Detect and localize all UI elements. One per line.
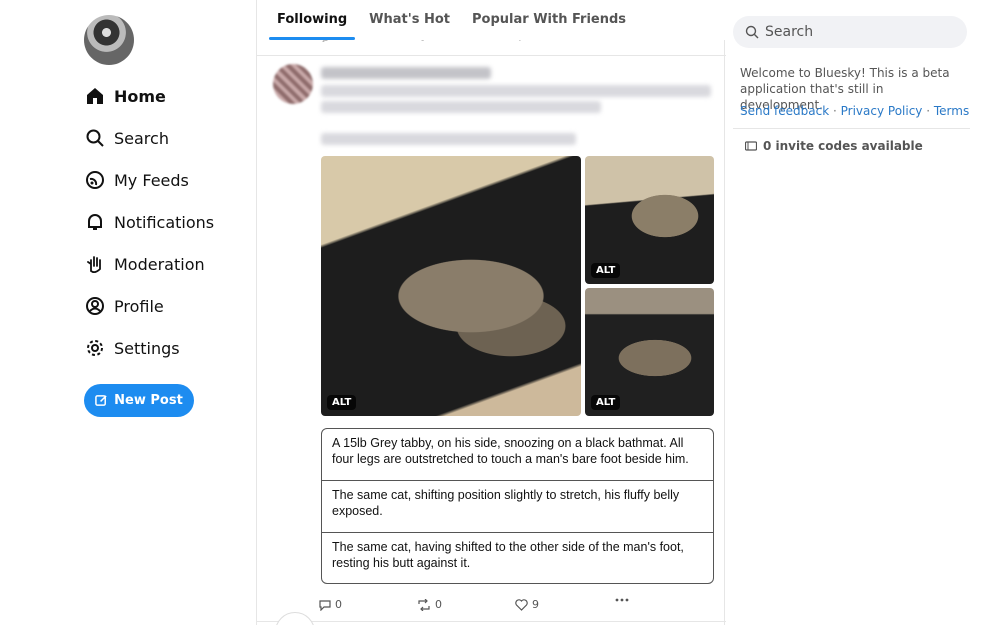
nav-item-search[interactable]: Search [84,117,214,159]
sidebar-divider [733,128,970,129]
nav-item-label: Profile [114,296,164,316]
post-text-blurred [321,101,601,113]
alt-badge[interactable]: ALT [591,395,621,410]
feed-column: 💬︎ 1 ⟲ 2 ♡ 29 ••• Following What's Hot P… [256,0,726,625]
repost-count: 0 [435,598,442,611]
user-icon [84,295,106,317]
footer-links: Send feedback · Privacy Policy · Terms [740,104,969,118]
like-count: 9 [532,598,539,611]
search-icon [84,127,106,149]
hand-icon [84,253,106,275]
tab-popular-with-friends[interactable]: Popular With Friends [464,0,634,40]
cat-image-3[interactable]: ALT [585,288,714,416]
cat-image-2[interactable]: ALT [585,156,714,284]
bell-icon [84,211,106,233]
link-separator: · [829,104,841,118]
post-divider [257,621,726,622]
post-divider [257,55,726,56]
repost-button[interactable]: 0 [417,598,442,611]
alt-text-list: A 15lb Grey tabby, on his side, snoozing… [321,428,714,584]
repost-icon [417,598,431,611]
heart-icon [515,598,528,611]
new-post-label: New Post [114,393,183,408]
left-nav: Home Search My Feeds Notifications Moder… [0,0,256,625]
post-text-blurred [321,85,711,97]
search-icon [745,25,759,39]
alt-text-row: The same cat, having shifted to the othe… [332,540,684,570]
terms-link[interactable]: Terms [934,104,969,118]
invite-codes[interactable]: 0 invite codes available [745,139,923,153]
new-post-button[interactable]: New Post [84,384,194,417]
nav-item-profile[interactable]: Profile [84,285,214,327]
feed-tabs: Following What's Hot Popular With Friend… [257,0,726,40]
nav-item-label: Moderation [114,254,205,274]
nav-menu: Home Search My Feeds Notifications Moder… [84,75,214,369]
reply-button[interactable]: 0 [319,598,342,611]
cat-image-1[interactable]: ALT [321,156,581,416]
nav-item-feeds[interactable]: My Feeds [84,159,214,201]
nav-item-label: My Feeds [114,170,189,190]
post-actions: 0 0 9 [319,598,719,616]
nav-item-notifications[interactable]: Notifications [84,201,214,243]
feeds-icon [84,169,106,191]
tab-following[interactable]: Following [269,0,356,40]
reply-count: 0 [335,598,342,611]
alt-text-row: A 15lb Grey tabby, on his side, snoozing… [322,429,713,481]
user-avatar[interactable] [84,15,134,65]
gear-icon [84,337,106,359]
alt-text-row: The same cat, shifting position slightly… [322,481,713,533]
invite-codes-label: 0 invite codes available [763,139,923,153]
nav-item-moderation[interactable]: Moderation [84,243,214,285]
nav-item-label: Home [114,86,166,106]
author-name-blurred [321,67,491,79]
send-feedback-link[interactable]: Send feedback [740,104,829,118]
edit-icon [95,394,108,407]
search-input[interactable]: Search [733,16,967,48]
ticket-icon [745,141,757,151]
reply-icon [319,599,331,611]
nav-item-label: Settings [114,338,180,358]
nav-item-home[interactable]: Home [84,75,214,117]
post-text-blurred [321,133,576,145]
link-separator: · [922,104,934,118]
alt-badge[interactable]: ALT [327,395,357,410]
like-button[interactable]: 9 [515,598,539,611]
nav-item-settings[interactable]: Settings [84,327,214,369]
scroll-to-top-button[interactable] [275,612,315,625]
home-icon [84,85,106,107]
nav-item-label: Search [114,128,169,148]
tab-whats-hot[interactable]: What's Hot [361,0,458,40]
search-placeholder: Search [765,24,814,40]
nav-item-label: Notifications [114,212,215,232]
more-icon [615,598,629,602]
author-avatar[interactable] [273,64,313,104]
right-sidebar: Search Welcome to Bluesky! This is a bet… [725,0,1000,625]
alt-badge[interactable]: ALT [591,263,621,278]
privacy-policy-link[interactable]: Privacy Policy [841,104,923,118]
more-options-button[interactable] [615,598,633,602]
